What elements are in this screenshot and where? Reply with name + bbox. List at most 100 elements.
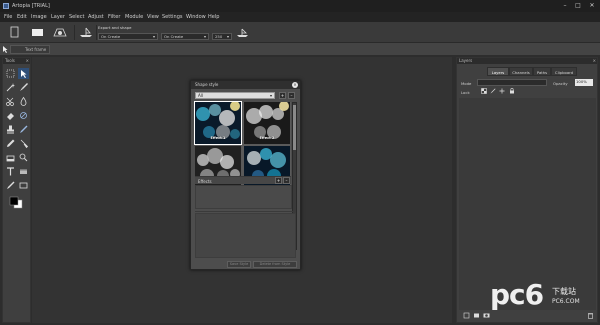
move-tool[interactable]	[18, 68, 29, 79]
add-effect-button[interactable]: +	[275, 177, 282, 184]
scissors-tool[interactable]	[5, 96, 16, 107]
magic-wand-tool[interactable]	[5, 82, 16, 93]
lock-all-button[interactable]	[509, 88, 515, 94]
watermark-subtitle: 下载站	[552, 287, 576, 296]
pen-icon	[7, 181, 15, 189]
heal-tool[interactable]	[18, 110, 29, 121]
menu-adjust[interactable]: Adjust	[88, 14, 104, 20]
remove-style-button[interactable]: –	[288, 92, 295, 99]
effects-list[interactable]	[195, 185, 292, 209]
tools-panel-header: Tools ×	[3, 58, 30, 64]
select-2-value: On Create	[164, 34, 184, 39]
tab-channels[interactable]: Channels	[509, 67, 533, 76]
eraser-tool[interactable]	[5, 110, 16, 121]
page-landscape-button[interactable]	[28, 25, 48, 40]
select-3-value: 250	[215, 34, 223, 39]
rectangle-tool[interactable]	[18, 180, 29, 191]
style-category-select[interactable]: All ▾	[195, 92, 275, 99]
delete-style-button[interactable]: Delete from Style	[253, 261, 297, 268]
tab-layers[interactable]: Layers	[487, 67, 509, 76]
maximize-button[interactable]: □	[573, 2, 583, 10]
watermark: pc6 下载站 PC6.COM	[490, 278, 596, 322]
image-icon	[474, 313, 479, 318]
tab-paths[interactable]: Paths	[533, 67, 551, 76]
stamp-tool[interactable]	[5, 124, 16, 135]
pen-tool[interactable]	[5, 180, 16, 191]
effect-settings-area[interactable]	[195, 213, 296, 258]
opacity-input[interactable]: 100%	[575, 79, 593, 86]
brush-icon	[20, 83, 28, 91]
ship-shape-button-2[interactable]	[234, 25, 254, 40]
menu-file[interactable]: File	[4, 14, 12, 20]
scrollbar-thumb[interactable]	[293, 105, 296, 150]
dialog-title-bar[interactable]: Shape style	[191, 81, 300, 89]
minimize-button[interactable]: –	[560, 2, 570, 10]
menu-filter[interactable]: Filter	[108, 14, 120, 20]
blur-tool[interactable]	[18, 96, 29, 107]
chevron-down-icon: ▾	[269, 93, 272, 98]
select-1-value: On Create	[101, 34, 121, 39]
tab-clipboard[interactable]: Clipboard	[551, 67, 577, 76]
magic-wand-icon	[6, 83, 15, 92]
lock-paint-button[interactable]	[490, 88, 496, 94]
shape-select-3[interactable]: 250 ▾	[212, 33, 232, 40]
color-swatches[interactable]	[9, 196, 25, 210]
close-button[interactable]: ✕	[587, 2, 597, 10]
portrait-icon	[10, 26, 19, 38]
effects-row: Effects + –	[195, 176, 291, 184]
layer-mask-button[interactable]	[483, 312, 490, 319]
style-thumb[interactable]: Effect 2	[244, 102, 290, 144]
title-bar: Artopia [TRIAL] – □ ✕	[0, 0, 600, 12]
eraser-icon	[7, 113, 14, 120]
menu-window[interactable]: Window	[186, 14, 206, 20]
zoom-icon	[19, 153, 28, 162]
color-swatch-icon	[9, 196, 23, 209]
style-thumb[interactable]: Effect 1	[194, 101, 242, 145]
menu-image[interactable]: Image	[31, 14, 47, 20]
doc-tab[interactable]: Text frame	[10, 45, 50, 54]
menu-module[interactable]: Module	[125, 14, 143, 20]
fill-tool[interactable]	[5, 152, 16, 163]
dialog-close-button[interactable]: ×	[292, 82, 298, 88]
eyedropper-tool[interactable]	[5, 138, 16, 149]
menu-settings[interactable]: Settings	[162, 14, 183, 20]
zoom-tool[interactable]	[18, 152, 29, 163]
smudge-tool[interactable]	[18, 138, 29, 149]
chevron-down-icon: ▾	[152, 34, 155, 39]
shape-select-1[interactable]: On Create ▾	[98, 33, 158, 40]
close-icon[interactable]: ×	[593, 58, 596, 64]
menu-help[interactable]: Help	[208, 14, 219, 20]
page-portrait-button[interactable]	[4, 25, 24, 40]
lock-move-button[interactable]	[499, 88, 505, 94]
remove-effect-button[interactable]: –	[283, 177, 290, 184]
thumb-label: Effect 1	[210, 136, 226, 140]
opacity-label: Opacity	[553, 81, 568, 86]
ship-shape-button[interactable]	[76, 25, 96, 40]
shape-tool-button[interactable]	[50, 25, 70, 40]
add-style-button[interactable]: +	[279, 92, 286, 99]
shape-select-2[interactable]: On Create ▾	[161, 33, 209, 40]
blend-mode-label: Mode	[461, 81, 472, 86]
pointer-icon	[3, 46, 8, 53]
menu-view[interactable]: View	[147, 14, 159, 20]
menu-select[interactable]: Select	[69, 14, 84, 20]
menu-layer[interactable]: Layer	[51, 14, 65, 20]
heal-icon	[20, 112, 27, 119]
ship-icon	[237, 28, 248, 37]
category-value: All	[198, 93, 203, 98]
new-layer-button[interactable]	[463, 312, 470, 319]
layer-style-button[interactable]	[473, 312, 480, 319]
brush-tool[interactable]	[18, 82, 29, 93]
save-style-button[interactable]: Save Style	[227, 261, 251, 268]
pencil-tool[interactable]	[18, 124, 29, 135]
lock-pixels-button[interactable]	[481, 88, 487, 94]
blend-mode-select[interactable]	[477, 79, 547, 86]
gradient-tool[interactable]	[18, 166, 29, 177]
fill-bucket-icon	[6, 155, 15, 162]
menu-edit[interactable]: Edit	[17, 14, 27, 20]
marquee-tool[interactable]	[5, 68, 16, 79]
close-icon[interactable]: ×	[26, 58, 29, 64]
shape-style-dialog: Shape style × All ▾ + – Effect 1 Effect …	[190, 80, 301, 270]
watermark-url: PC6.COM	[552, 298, 580, 305]
text-tool[interactable]	[5, 166, 16, 177]
